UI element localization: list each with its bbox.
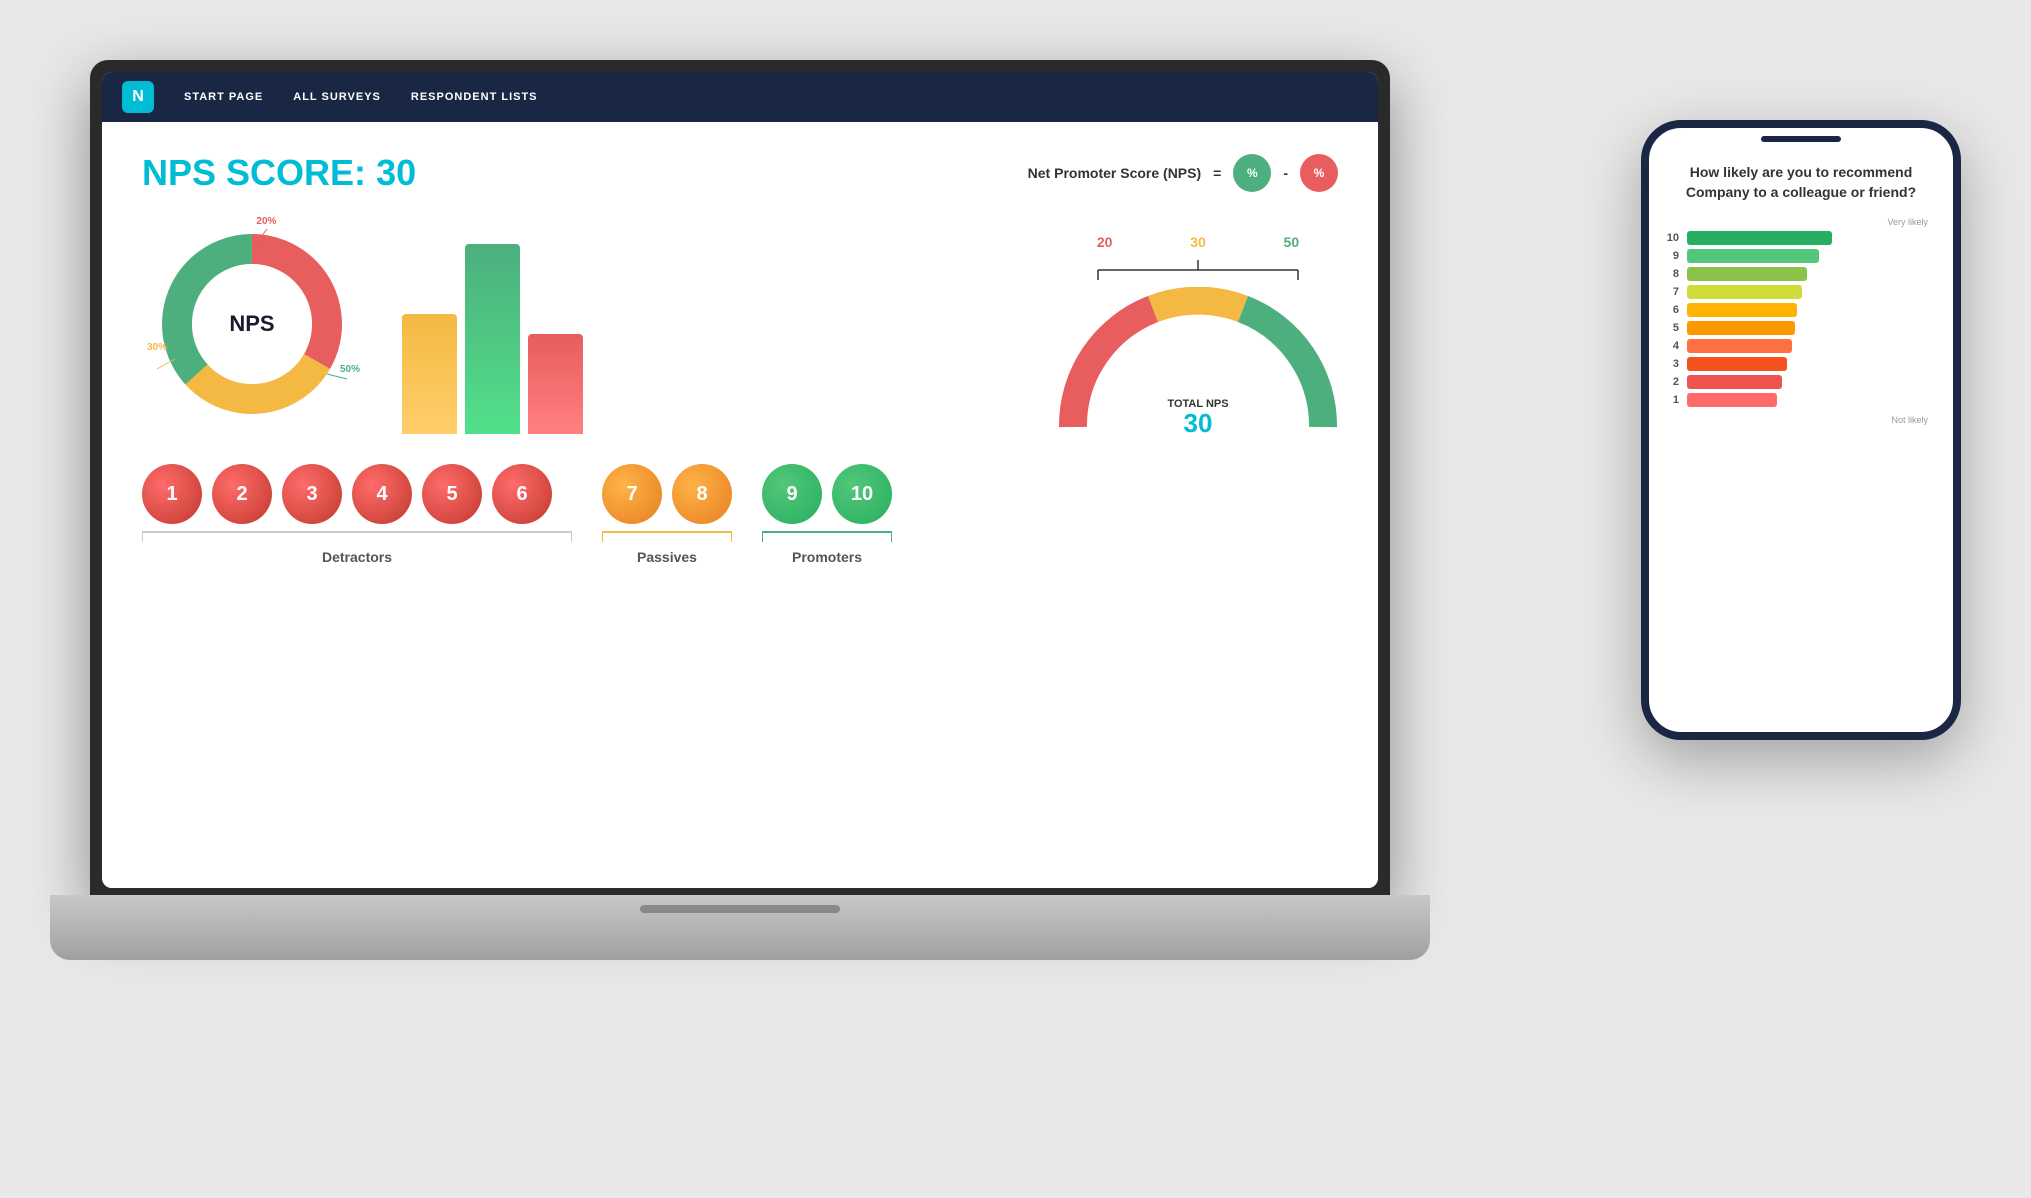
phone: How likely are you to recommend Company … — [1641, 120, 1961, 740]
scores-row: 1 2 3 4 5 6 — [142, 464, 1338, 565]
scale-num-10: 10 — [1664, 232, 1679, 244]
scale-num-6: 6 — [1664, 304, 1679, 316]
scale-bar-7 — [1687, 285, 1802, 299]
scale-num-8: 8 — [1664, 268, 1679, 280]
charts-row: NPS 20% 30% 50% — [142, 214, 1338, 434]
scale-num-4: 4 — [1664, 340, 1679, 352]
nps-score-value: 30 — [376, 152, 416, 193]
bar-2 — [465, 244, 520, 434]
scale-bar-10 — [1687, 231, 1832, 245]
bubble-5: 5 — [422, 464, 482, 524]
promoters-label: Promoters — [762, 549, 892, 565]
bubble-3: 3 — [282, 464, 342, 524]
scene: N START PAGE ALL SURVEYS RESPONDENT LIST… — [0, 0, 2031, 1198]
bubble-6: 6 — [492, 464, 552, 524]
scale-num-9: 9 — [1664, 250, 1679, 262]
scale-bar-4 — [1687, 339, 1792, 353]
svg-text:30: 30 — [1184, 408, 1213, 438]
scale-num-7: 7 — [1664, 286, 1679, 298]
gauge-chart: 20 30 50 — [1058, 234, 1338, 434]
scale-num-5: 5 — [1664, 322, 1679, 334]
detractors-bubbles: 1 2 3 4 5 6 — [142, 464, 572, 524]
promoters-bubbles: 9 10 — [762, 464, 892, 524]
bubble-8: 8 — [672, 464, 732, 524]
nps-formula-equals: = — [1213, 165, 1221, 181]
navbar-all-surveys[interactable]: ALL SURVEYS — [293, 91, 381, 103]
logo: N — [122, 81, 154, 113]
scale-bar-3 — [1687, 357, 1787, 371]
scale-num-2: 2 — [1664, 376, 1679, 388]
laptop-screen-outer: N START PAGE ALL SURVEYS RESPONDENT LIST… — [90, 60, 1390, 900]
scale-num-1: 1 — [1664, 394, 1679, 406]
laptop: N START PAGE ALL SURVEYS RESPONDENT LIST… — [50, 60, 1430, 960]
laptop-base — [50, 895, 1430, 960]
scale-bar-9 — [1687, 249, 1819, 263]
scale-row-10: 10 — [1664, 231, 1938, 245]
promoters-group: 9 10 Promoters — [762, 464, 892, 565]
bubble-10: 10 — [832, 464, 892, 524]
donut-chart: NPS 20% 30% 50% — [142, 214, 362, 434]
bubble-4: 4 — [352, 464, 412, 524]
scale-row-5: 5 — [1664, 321, 1938, 335]
detractors-label: Detractors — [142, 549, 572, 565]
bubble-2: 2 — [212, 464, 272, 524]
nps-score-title: NPS SCORE: 30 — [142, 152, 416, 194]
scale-row-3: 3 — [1664, 357, 1938, 371]
phone-scale: 10 9 8 7 6 — [1664, 231, 1938, 411]
scale-row-1: 1 — [1664, 393, 1938, 407]
formula-detractors-circle: % — [1300, 154, 1338, 192]
navbar-respondent-lists[interactable]: RESPONDENT LISTS — [411, 91, 538, 103]
navbar-start-page[interactable]: START PAGE — [184, 91, 263, 103]
gauge-labels: 20 30 50 — [1058, 234, 1338, 250]
scale-row-8: 8 — [1664, 267, 1938, 281]
nps-score-label: NPS SCORE: — [142, 152, 366, 193]
main-content: NPS SCORE: 30 Net Promoter Score (NPS) =… — [102, 122, 1378, 888]
phone-label-not-likely: Not likely — [1664, 415, 1938, 425]
scale-bar-6 — [1687, 303, 1797, 317]
navbar: N START PAGE ALL SURVEYS RESPONDENT LIST… — [102, 72, 1378, 122]
bar-chart — [402, 234, 583, 434]
phone-content: How likely are you to recommend Company … — [1664, 148, 1938, 425]
laptop-screen: N START PAGE ALL SURVEYS RESPONDENT LIST… — [102, 72, 1378, 888]
scale-row-4: 4 — [1664, 339, 1938, 353]
scale-num-3: 3 — [1664, 358, 1679, 370]
nps-formula: Net Promoter Score (NPS) = % - % — [1028, 154, 1338, 192]
scale-bar-2 — [1687, 375, 1782, 389]
formula-promoters-circle: % — [1233, 154, 1271, 192]
gauge-label-50: 50 — [1284, 234, 1300, 250]
scale-row-7: 7 — [1664, 285, 1938, 299]
scale-row-6: 6 — [1664, 303, 1938, 317]
nps-header: NPS SCORE: 30 Net Promoter Score (NPS) =… — [142, 152, 1338, 194]
passives-group: 7 8 Passives — [602, 464, 732, 565]
scale-row-2: 2 — [1664, 375, 1938, 389]
passives-bubbles: 7 8 — [602, 464, 732, 524]
bar-1 — [402, 314, 457, 434]
phone-label-very-likely: Very likely — [1664, 217, 1938, 227]
scale-row-9: 9 — [1664, 249, 1938, 263]
scale-bar-5 — [1687, 321, 1795, 335]
scale-bar-8 — [1687, 267, 1807, 281]
nps-formula-label: Net Promoter Score (NPS) — [1028, 165, 1201, 181]
detractors-group: 1 2 3 4 5 6 — [142, 464, 572, 565]
passives-label: Passives — [602, 549, 732, 565]
bar-3 — [528, 334, 583, 434]
gauge-label-20: 20 — [1097, 234, 1113, 250]
bubble-7: 7 — [602, 464, 662, 524]
bubble-9: 9 — [762, 464, 822, 524]
bubble-1: 1 — [142, 464, 202, 524]
nps-formula-minus: - — [1283, 165, 1288, 181]
gauge-label-30: 30 — [1190, 234, 1206, 250]
phone-question: How likely are you to recommend Company … — [1664, 163, 1938, 202]
scale-bar-1 — [1687, 393, 1777, 407]
